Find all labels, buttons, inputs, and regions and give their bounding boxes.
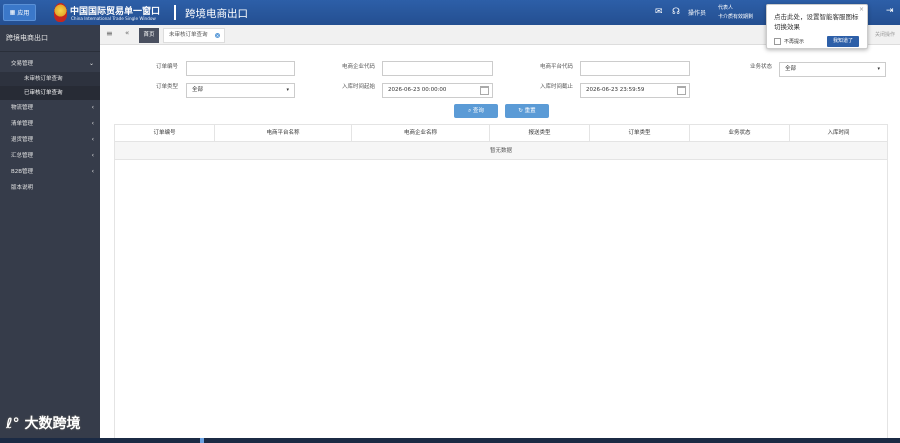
column-header[interactable]: 电商平台名称 bbox=[215, 125, 352, 141]
order-no-label: 订单编号 bbox=[156, 64, 179, 70]
watermark-logo-icon: ℓ° bbox=[6, 416, 25, 432]
caret-down-icon: ▾ bbox=[877, 66, 880, 72]
table-header: 订单编号 电商平台名称 电商企业名称 报送类型 订单类型 业务状态 入库时间 bbox=[115, 125, 887, 142]
caret-down-icon: ▾ bbox=[286, 87, 289, 93]
system-title: 跨境电商出口 bbox=[185, 8, 248, 20]
reset-button-label: 重置 bbox=[524, 108, 536, 114]
national-emblem-icon bbox=[54, 3, 67, 22]
reset-button[interactable]: ↻ 重置 bbox=[505, 104, 549, 118]
search-button-label: 查询 bbox=[472, 108, 484, 114]
results-table: 订单编号 电商平台名称 电商企业名称 报送类型 订单类型 业务状态 入库时间 暂… bbox=[114, 124, 888, 443]
chevron-left-icon: ‹ bbox=[91, 120, 94, 127]
start-time-label: 入库时间起始 bbox=[342, 84, 376, 90]
divider bbox=[174, 5, 176, 20]
sidebar-item-returns[interactable]: 退货管理 ‹ bbox=[0, 132, 100, 148]
end-time-label: 入库时间截止 bbox=[540, 84, 574, 90]
taskbar-strip bbox=[0, 438, 900, 443]
dont-show-again-checkbox[interactable] bbox=[774, 38, 781, 45]
chevron-left-icon: ‹ bbox=[91, 168, 94, 175]
ecom-code-label: 电商企业代码 bbox=[342, 64, 376, 70]
chevron-left-icon: ‹ bbox=[91, 152, 94, 159]
headset-icon[interactable]: ☊ bbox=[672, 7, 680, 17]
column-header[interactable]: 报送类型 bbox=[490, 125, 590, 141]
search-button[interactable]: ⌕ 查询 bbox=[454, 104, 498, 118]
column-header[interactable]: 业务状态 bbox=[690, 125, 790, 141]
biz-status-select[interactable]: 全部 ▾ bbox=[779, 62, 886, 77]
sidebar-item-label: 已审核订单查询 bbox=[24, 90, 63, 96]
sidebar-item-audited-orders[interactable]: 已审核订单查询 bbox=[0, 86, 100, 100]
calendar-icon[interactable] bbox=[480, 86, 489, 95]
sidebar-item-label: 物流管理 bbox=[11, 105, 34, 111]
tab-unaudited-orders[interactable]: 未审核订单查询 × bbox=[163, 28, 225, 43]
close-icon[interactable]: × bbox=[215, 33, 220, 38]
tab-label: 未审核订单查询 bbox=[169, 32, 208, 38]
column-header[interactable]: 电商企业名称 bbox=[352, 125, 490, 141]
apps-button-label: 应用 bbox=[17, 10, 30, 17]
ecom-code-input[interactable] bbox=[382, 61, 493, 76]
sidebar-item-summary[interactable]: 汇总管理 ‹ bbox=[0, 148, 100, 164]
watermark: ℓ° 大数跨境 bbox=[6, 413, 80, 433]
taskbar-indicator bbox=[200, 438, 204, 443]
platform-code-label: 电商平台代码 bbox=[540, 64, 574, 70]
card-validity-info: 卡介质有效期剩 bbox=[718, 14, 754, 20]
sidebar-item-trade[interactable]: 交易管理 ⌄ bbox=[0, 56, 100, 72]
sidebar-item-unaudited-orders[interactable]: 未审核订单查询 bbox=[0, 72, 100, 86]
logo-title-en: China International Trade Single Window bbox=[71, 16, 156, 21]
sidebar-item-label: 未审核订单查询 bbox=[24, 76, 63, 82]
chevron-down-icon: ⌄ bbox=[88, 60, 94, 67]
sidebar-item-label: 退货管理 bbox=[11, 137, 34, 143]
calendar-icon[interactable] bbox=[677, 86, 686, 95]
column-header[interactable]: 订单类型 bbox=[590, 125, 690, 141]
main-content: ≡ « 首页 未审核订单查询 × 关闭操作 订单编号 电商企业代码 电商平台代码 … bbox=[100, 25, 900, 443]
double-left-arrow-icon[interactable]: « bbox=[125, 29, 129, 37]
order-type-label: 订单类型 bbox=[156, 84, 179, 90]
order-type-select[interactable]: 全部 ▾ bbox=[186, 83, 295, 98]
sidebar-item-label: 交易管理 bbox=[11, 61, 34, 67]
menu-icon[interactable]: ≡ bbox=[106, 29, 113, 38]
sidebar-item-label: 版本说明 bbox=[11, 185, 34, 191]
sidebar-title: 跨境电商出口 bbox=[0, 25, 100, 52]
operator-label: 操作员 bbox=[688, 10, 707, 17]
mail-icon[interactable]: ✉ bbox=[655, 7, 663, 17]
chevron-left-icon: ‹ bbox=[91, 136, 94, 143]
sidebar-item-b2b[interactable]: B2B管理 ‹ bbox=[0, 164, 100, 180]
input-value: 2026-06-23 23:59:59 bbox=[586, 87, 645, 93]
column-header[interactable]: 订单编号 bbox=[115, 125, 215, 141]
apps-button[interactable]: ▦ 应用 bbox=[3, 4, 36, 21]
tip-popup: × 点击此处，设置智能客服图标切换效果 不再提示 我知道了 bbox=[766, 4, 868, 49]
input-value: 2026-06-23 00:00:00 bbox=[388, 87, 447, 93]
got-it-button[interactable]: 我知道了 bbox=[827, 36, 859, 47]
chevron-left-icon: ‹ bbox=[91, 104, 94, 111]
sidebar-item-label: 汇总管理 bbox=[11, 153, 34, 159]
top-header: ▦ 应用 中国国际贸易单一窗口 China International Trade… bbox=[0, 0, 900, 25]
order-no-input[interactable] bbox=[186, 61, 295, 76]
user-info: 代表人 bbox=[718, 5, 734, 11]
watermark-text: 大数跨境 bbox=[24, 416, 81, 432]
end-time-input[interactable]: 2026-06-23 23:59:59 bbox=[580, 83, 690, 98]
sidebar-item-logistics[interactable]: 物流管理 ‹ bbox=[0, 100, 100, 116]
sidebar-item-label: 清单管理 bbox=[11, 121, 34, 127]
sidebar-item-inventory[interactable]: 清单管理 ‹ bbox=[0, 116, 100, 132]
sidebar: 跨境电商出口 交易管理 ⌄ 未审核订单查询 已审核订单查询 物流管理 ‹ 清单管理 ‹… bbox=[0, 25, 100, 443]
start-time-input[interactable]: 2026-06-23 00:00:00 bbox=[382, 83, 493, 98]
select-value: 全部 bbox=[785, 66, 797, 72]
grid-icon: ▦ bbox=[9, 9, 16, 16]
sidebar-item-label: B2B管理 bbox=[11, 169, 34, 175]
tab-home[interactable]: 首页 bbox=[139, 28, 159, 43]
logout-icon[interactable]: ⇥ bbox=[886, 6, 894, 16]
select-value: 全部 bbox=[192, 87, 204, 93]
platform-code-input[interactable] bbox=[580, 61, 690, 76]
biz-status-label: 业务状态 bbox=[750, 64, 773, 70]
column-header[interactable]: 入库时间 bbox=[790, 125, 887, 141]
dont-show-again-label: 不再提示 bbox=[784, 39, 805, 45]
close-operations-button[interactable]: 关闭操作 bbox=[875, 31, 895, 38]
tip-text[interactable]: 点击此处，设置智能客服图标切换效果 bbox=[774, 12, 864, 32]
empty-state-row: 暂无数据 bbox=[115, 142, 887, 160]
sidebar-item-version[interactable]: 版本说明 bbox=[0, 180, 100, 196]
